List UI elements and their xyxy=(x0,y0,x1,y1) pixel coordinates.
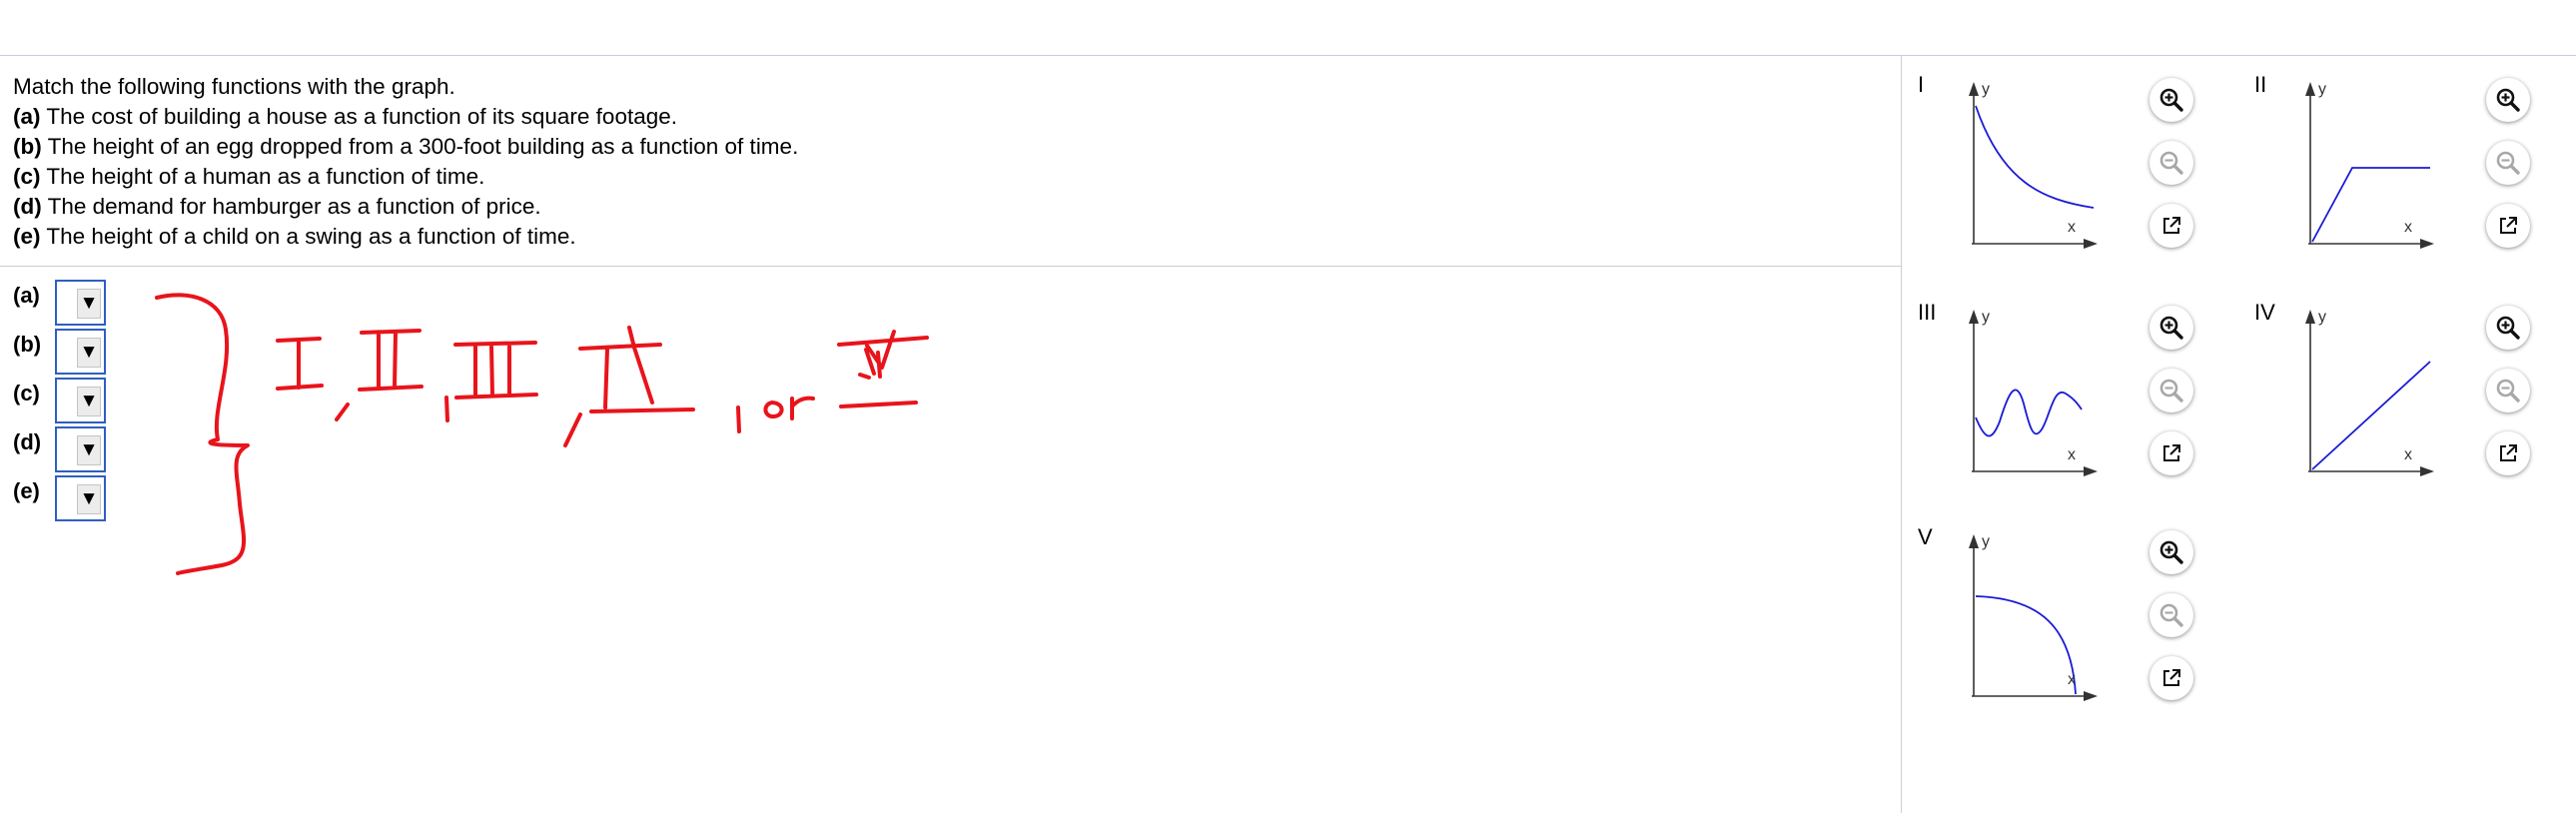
popout-button[interactable] xyxy=(2149,204,2193,248)
zoom-out-button[interactable] xyxy=(2149,369,2193,412)
graph-4: IV y x xyxy=(2248,300,2576,499)
handwritten-annotation xyxy=(155,293,929,575)
graph-plot: yx xyxy=(1969,81,2098,249)
popout-icon xyxy=(2496,214,2520,238)
y-axis-label: y xyxy=(1982,309,1990,326)
zoom-out-icon xyxy=(2158,378,2184,404)
ink-comma xyxy=(563,412,582,447)
zoom-in-button[interactable] xyxy=(2486,306,2530,350)
ink-numeral-5 xyxy=(837,330,929,408)
zoom-out-icon xyxy=(2495,378,2521,404)
y-axis-label: y xyxy=(1982,81,1990,98)
popout-icon xyxy=(2159,214,2183,238)
x-axis-arrow xyxy=(2084,239,2098,249)
zoom-out-icon xyxy=(2158,602,2184,628)
zoom-in-icon xyxy=(2495,315,2521,341)
zoom-out-button[interactable] xyxy=(2149,141,2193,185)
zoom-out-button[interactable] xyxy=(2149,593,2193,637)
zoom-out-button[interactable] xyxy=(2486,141,2530,185)
x-axis-arrow xyxy=(2084,466,2098,476)
y-axis-arrow xyxy=(1969,534,1979,548)
graph-3: III y x xyxy=(1912,300,2241,499)
popout-icon xyxy=(2159,666,2183,690)
graph-curve xyxy=(1975,595,2077,695)
y-axis-arrow xyxy=(2305,310,2315,324)
zoom-out-icon xyxy=(2158,150,2184,176)
x-axis-label: x xyxy=(2404,446,2412,463)
ink-numeral-3 xyxy=(453,341,538,400)
x-axis-arrow xyxy=(2420,239,2434,249)
ink-numeral-4 xyxy=(578,326,695,413)
graph-plot: yx xyxy=(2305,309,2434,476)
x-axis-label: x xyxy=(2068,219,2076,236)
y-axis-arrow xyxy=(1969,82,1979,96)
graph-1: Iyx xyxy=(1912,72,2241,272)
popout-icon xyxy=(2159,441,2183,465)
popout-button[interactable] xyxy=(2149,431,2193,475)
x-axis-label: x xyxy=(2404,219,2412,236)
graph-plot: yx xyxy=(1969,309,2098,476)
graph-5: Vyx xyxy=(1912,524,2241,724)
column-divider xyxy=(1901,56,1902,813)
ink-word-or xyxy=(763,396,815,420)
graph-plot: yx xyxy=(1969,533,2098,701)
y-axis-label: y xyxy=(2318,309,2326,326)
graph-plot: yx xyxy=(2305,81,2434,249)
y-axis-arrow xyxy=(1969,310,1979,324)
graph-curve xyxy=(1975,105,2095,209)
ink-comma xyxy=(335,403,350,421)
zoom-out-button[interactable] xyxy=(2486,369,2530,412)
popout-button[interactable] xyxy=(2149,656,2193,700)
x-axis-label: x xyxy=(2068,446,2076,463)
ink-comma xyxy=(736,406,741,433)
graph-curve xyxy=(2311,167,2430,243)
graph-2: II y x xyxy=(2248,72,2576,272)
zoom-in-button[interactable] xyxy=(2486,78,2530,122)
y-axis-arrow xyxy=(2305,82,2315,96)
zoom-in-button[interactable] xyxy=(2149,78,2193,122)
zoom-out-icon xyxy=(2495,150,2521,176)
popout-icon xyxy=(2496,441,2520,465)
y-axis-label: y xyxy=(2318,81,2326,98)
x-axis-arrow xyxy=(2084,691,2098,701)
graph-curve xyxy=(2311,361,2431,470)
ink-brace xyxy=(155,293,250,575)
zoom-in-button[interactable] xyxy=(2149,530,2193,574)
zoom-in-icon xyxy=(2158,87,2184,113)
popout-button[interactable] xyxy=(2486,204,2530,248)
ink-numeral-1 xyxy=(276,337,324,391)
zoom-in-icon xyxy=(2158,315,2184,341)
ink-comma xyxy=(444,396,449,422)
y-axis-label: y xyxy=(1982,533,1990,550)
ink-numeral-2 xyxy=(358,329,424,392)
x-axis-arrow xyxy=(2420,466,2434,476)
popout-button[interactable] xyxy=(2486,431,2530,475)
zoom-in-icon xyxy=(2158,539,2184,565)
zoom-in-button[interactable] xyxy=(2149,306,2193,350)
zoom-in-icon xyxy=(2495,87,2521,113)
graph-curve xyxy=(1975,389,2083,437)
x-axis-label: x xyxy=(2068,671,2076,688)
